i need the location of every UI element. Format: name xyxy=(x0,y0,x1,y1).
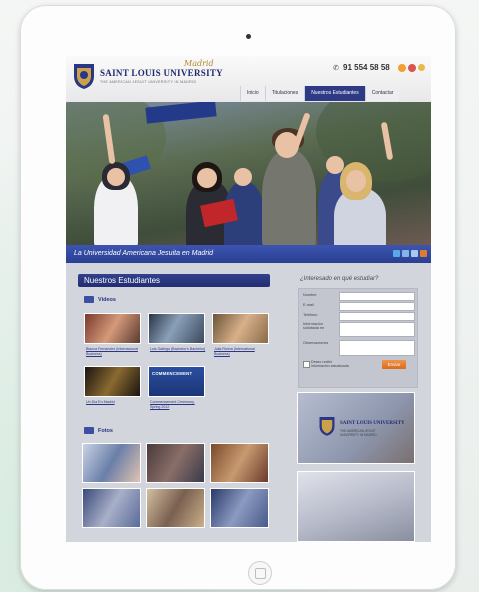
web-page: SAINT LOUIS UNIVERSITY Madrid THE AMERIC… xyxy=(66,56,431,542)
share-icon[interactable] xyxy=(393,250,400,257)
videos-heading: Videos xyxy=(98,297,116,303)
nav-titulaciones[interactable]: Titulaciones xyxy=(264,86,305,101)
video-icon xyxy=(84,296,94,303)
form-title: ¿Interesado en qué estudiar? xyxy=(300,276,379,282)
logo-subtitle: THE AMERICAN JESUIT UNIVERSITY IN MADRID xyxy=(100,80,197,84)
photo-thumb-3[interactable] xyxy=(210,443,269,483)
section-title: Nuestros Estudiantes xyxy=(78,274,270,287)
home-button[interactable] xyxy=(248,561,272,585)
facebook-icon[interactable] xyxy=(408,64,416,72)
video-thumb-4[interactable] xyxy=(84,366,141,397)
video-thumb-5[interactable]: COMMENCEMENT xyxy=(148,366,205,397)
video-thumb-2[interactable] xyxy=(148,313,205,344)
photo-icon xyxy=(84,427,94,434)
phone-input[interactable] xyxy=(339,312,415,321)
photo-thumb-2[interactable] xyxy=(146,443,205,483)
slide-subtitle: THE AMERICAN JESUIT UNIVERSITY IN MADRID xyxy=(340,429,377,437)
site-header: SAINT LOUIS UNIVERSITY Madrid THE AMERIC… xyxy=(66,56,431,102)
hero-photo-students xyxy=(66,102,431,245)
youtube-icon[interactable] xyxy=(418,64,425,71)
newsletter-label: Deseo recibir información actualizada xyxy=(311,360,349,369)
photo-thumb-1[interactable] xyxy=(82,443,141,483)
phone-number: 91 554 58 58 xyxy=(343,63,390,72)
nav-nuestros-estudiantes[interactable]: Nuestros Estudiantes xyxy=(304,86,365,101)
email-input[interactable] xyxy=(339,302,415,311)
phone-icon: ✆ xyxy=(333,65,339,72)
commencement-text: COMMENCEMENT xyxy=(152,371,193,376)
video-caption-2[interactable]: Luis Gallego (Bachelor's Bachelor) xyxy=(150,347,206,352)
slide-title: SAINT LOUIS UNIVERSITY xyxy=(340,421,405,426)
facebook-icon[interactable] xyxy=(402,250,409,257)
main-nav: Inicio Titulaciones Nuestros Estudiantes… xyxy=(240,86,400,101)
video-caption-3[interactable]: Julia Rivera (International Business) xyxy=(214,347,270,356)
send-button[interactable]: Enviar xyxy=(382,360,406,369)
photo-thumb-4[interactable] xyxy=(82,488,141,528)
camera-dot xyxy=(246,34,251,39)
main-content: Nuestros Estudiantes Videos Blanca Ferna… xyxy=(66,263,431,542)
hero-tagline: La Universidad Americana Jesuita en Madr… xyxy=(74,250,214,257)
university-crest-icon xyxy=(319,417,335,436)
sidebar-image-logo-slide[interactable]: SAINT LOUIS UNIVERSITY THE AMERICAN JESU… xyxy=(297,392,415,464)
video-caption-4[interactable]: Un Día En Madrid xyxy=(86,400,142,405)
field-label: Teléfono xyxy=(303,313,318,317)
linkedin-icon[interactable] xyxy=(411,250,418,257)
info-select[interactable] xyxy=(339,322,415,337)
logo-title[interactable]: SAINT LOUIS UNIVERSITY xyxy=(100,68,223,78)
video-thumb-1[interactable] xyxy=(84,313,141,344)
rss-icon[interactable] xyxy=(420,250,427,257)
comments-textarea[interactable] xyxy=(339,340,415,356)
field-label: Observaciones xyxy=(303,341,329,345)
nav-contactar[interactable]: Contactar xyxy=(364,86,400,101)
sidebar-image-classroom[interactable] xyxy=(297,471,415,542)
university-crest-icon xyxy=(74,64,94,89)
photos-heading: Fotos xyxy=(98,428,113,434)
logo-madrid-script: Madrid xyxy=(184,59,214,68)
name-input[interactable] xyxy=(339,292,415,301)
contact-form: Nombre E-mail Teléfono Información solic… xyxy=(298,288,418,388)
photo-thumb-6[interactable] xyxy=(210,488,269,528)
video-caption-5[interactable]: Commencement Ceremony, Spring 2012 xyxy=(150,400,206,409)
twitter-icon[interactable] xyxy=(398,64,406,72)
field-label: Nombre xyxy=(303,293,317,297)
field-label: Información solicitada en xyxy=(303,322,325,331)
photo-thumb-5[interactable] xyxy=(146,488,205,528)
newsletter-checkbox[interactable] xyxy=(303,361,310,368)
video-caption-1[interactable]: Blanca Fernandez (Internacional Business… xyxy=(86,347,142,356)
video-thumb-3[interactable] xyxy=(212,313,269,344)
nav-inicio[interactable]: Inicio xyxy=(240,86,265,101)
tagline-bar: La Universidad Americana Jesuita en Madr… xyxy=(66,245,431,263)
field-label: E-mail xyxy=(303,303,314,307)
